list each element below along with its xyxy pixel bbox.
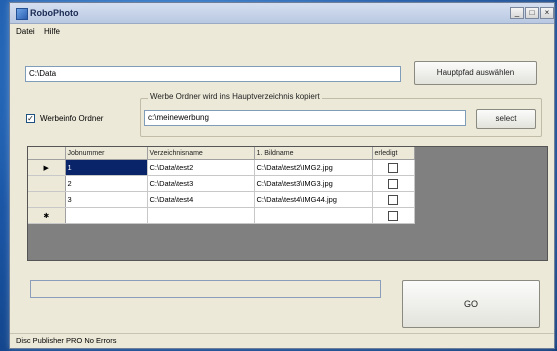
cell-directory[interactable]: C:\Data\test2: [147, 159, 255, 176]
cell-image[interactable]: C:\Data\test4\IMG44.jpg: [254, 191, 373, 208]
menu-help[interactable]: Hilfe: [44, 27, 60, 36]
minimize-button[interactable]: _: [510, 7, 524, 19]
window-title: RoboPhoto: [30, 8, 79, 18]
column-header-directory[interactable]: Verzeichnisname: [147, 147, 255, 160]
ad-folder-group-title: Werbe Ordner wird ins Hauptverzeichnis k…: [148, 92, 322, 101]
cell-image[interactable]: [254, 207, 373, 224]
table-row[interactable]: 3 C:\Data\test4 C:\Data\test4\IMG44.jpg: [28, 191, 415, 208]
menu-bar: Datei Hilfe: [10, 24, 554, 40]
row-header[interactable]: [28, 191, 66, 208]
cell-done[interactable]: [372, 159, 415, 176]
ad-folder-path-input[interactable]: c:\meinewerbung: [144, 110, 466, 126]
done-checkbox[interactable]: [388, 178, 398, 189]
column-header-image[interactable]: 1. Bildname: [254, 147, 373, 160]
new-row[interactable]: ✱: [28, 207, 415, 224]
cell-directory[interactable]: C:\Data\test4: [147, 191, 255, 208]
cell-job[interactable]: 2: [65, 175, 148, 192]
cell-image[interactable]: C:\Data\test3\IMG3.jpg: [254, 175, 373, 192]
ad-folder-checkbox-label: Werbeinfo Ordner: [40, 114, 104, 123]
table-row[interactable]: ▶ 1 C:\Data\test2 C:\Data\test2\IMG2.jpg: [28, 159, 415, 176]
cell-done[interactable]: [372, 191, 415, 208]
status-bar: Disc Publisher PRO No Errors: [10, 333, 554, 348]
app-icon: [16, 8, 28, 20]
close-button[interactable]: ×: [540, 7, 554, 19]
row-header[interactable]: [28, 175, 66, 192]
maximize-button[interactable]: □: [525, 7, 539, 19]
cell-image[interactable]: C:\Data\test2\IMG2.jpg: [254, 159, 373, 176]
main-path-input[interactable]: C:\Data: [25, 66, 401, 82]
table-row[interactable]: 2 C:\Data\test3 C:\Data\test3\IMG3.jpg: [28, 175, 415, 192]
cell-done[interactable]: [372, 207, 415, 224]
cell-job[interactable]: [65, 207, 148, 224]
current-row-indicator[interactable]: ▶: [28, 159, 66, 176]
progress-bar: [30, 280, 381, 298]
go-button[interactable]: GO: [402, 280, 540, 328]
cell-directory[interactable]: C:\Data\test3: [147, 175, 255, 192]
select-main-path-button[interactable]: Hauptpfad auswählen: [414, 61, 537, 85]
menu-file[interactable]: Datei: [16, 27, 35, 36]
main-window: RoboPhoto _ □ × Datei Hilfe C:\Data Haup…: [9, 2, 555, 349]
cell-done[interactable]: [372, 175, 415, 192]
cell-directory[interactable]: [147, 207, 255, 224]
cell-job[interactable]: 3: [65, 191, 148, 208]
done-checkbox[interactable]: [388, 162, 398, 173]
select-ad-folder-button[interactable]: select: [476, 109, 536, 129]
cell-job[interactable]: 1: [65, 159, 148, 176]
title-bar[interactable]: RoboPhoto _ □ ×: [10, 3, 554, 24]
column-header-done[interactable]: erledigt: [372, 147, 415, 160]
done-checkbox[interactable]: [388, 194, 398, 205]
ad-folder-checkbox[interactable]: ✓: [26, 114, 35, 123]
jobs-grid[interactable]: Jobnummer Verzeichnisname 1. Bildname er…: [27, 146, 548, 261]
grid-corner: [28, 147, 66, 160]
column-header-job[interactable]: Jobnummer: [65, 147, 148, 160]
grid-header-row: Jobnummer Verzeichnisname 1. Bildname er…: [28, 147, 415, 160]
done-checkbox[interactable]: [388, 210, 398, 221]
new-row-indicator[interactable]: ✱: [28, 207, 66, 224]
